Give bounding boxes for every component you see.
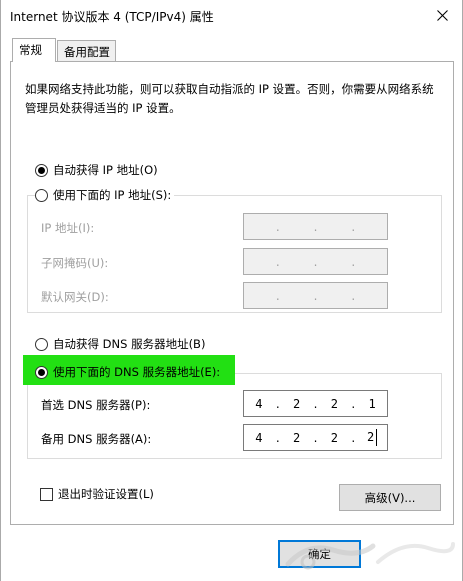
description-text: 如果网络支持此功能，则可以获取自动指派的 IP 设置。否则，你需要从网络系统管理…: [25, 82, 434, 115]
preferred-dns-input[interactable]: 4. 2. 2. 1: [243, 390, 388, 417]
subnet-mask-input[interactable]: . . .: [243, 248, 388, 275]
radio-auto-dns[interactable]: 自动获得 DNS 服务器地址(B): [35, 336, 205, 352]
octet-separator: .: [351, 288, 356, 303]
subnet-mask-label: 子网掩码(U):: [41, 256, 109, 270]
tcpip-properties-dialog: Internet 协议版本 4 (TCP/IPv4) 属性 常规 备用配置 如果…: [0, 0, 463, 581]
preferred-dns-octet-4[interactable]: 1: [357, 397, 387, 411]
octet-separator: .: [313, 219, 318, 234]
close-button[interactable]: [420, 0, 463, 30]
radio-manual-dns[interactable]: 使用下面的 DNS 服务器地址(E):: [35, 364, 220, 380]
octet-separator: .: [351, 254, 356, 269]
octet-separator: .: [351, 396, 356, 411]
octet-separator: .: [275, 396, 280, 411]
ip-address-input[interactable]: . . .: [243, 213, 388, 240]
preferred-dns-octet-3[interactable]: 2: [320, 397, 350, 411]
default-gateway-label: 默认网关(D):: [41, 290, 109, 304]
validate-on-exit-label: 退出时验证设置(L): [58, 487, 154, 501]
radio-manual-ip[interactable]: 使用下面的 IP 地址(S):: [35, 187, 175, 203]
alternate-dns-octet-1[interactable]: 4: [244, 431, 274, 445]
close-icon: [436, 9, 448, 21]
alternate-dns-label: 备用 DNS 服务器(A):: [41, 432, 152, 446]
alternate-dns-input[interactable]: 4. 2. 2. 2: [243, 424, 388, 451]
octet-separator: .: [351, 430, 356, 445]
alternate-dns-octet-3[interactable]: 2: [320, 431, 350, 445]
octet-separator: .: [313, 254, 318, 269]
radio-manual-ip-label: 使用下面的 IP 地址(S):: [53, 188, 172, 202]
validate-on-exit-box[interactable]: [40, 487, 53, 501]
alternate-dns-octet-4[interactable]: 2: [367, 430, 374, 444]
octet-separator: .: [313, 430, 318, 445]
ip-address-label: IP 地址(I):: [41, 221, 95, 235]
tab-alternate-config-label: 备用配置: [64, 45, 110, 59]
text-caret: [376, 429, 378, 446]
octet-separator: .: [351, 219, 356, 234]
octet-separator: .: [313, 396, 318, 411]
advanced-button[interactable]: 高级(V)...: [339, 484, 441, 511]
octet-separator: .: [275, 430, 280, 445]
tab-alternate-config[interactable]: 备用配置: [57, 40, 116, 62]
tab-general-label: 常规: [19, 43, 42, 57]
default-gateway-input[interactable]: . . .: [243, 282, 388, 309]
octet-separator: .: [275, 254, 280, 269]
advanced-button-label: 高级(V)...: [364, 490, 416, 505]
radio-auto-ip-indicator[interactable]: [35, 163, 48, 177]
radio-auto-ip-label: 自动获得 IP 地址(O): [53, 163, 158, 177]
alternate-dns-octet-2[interactable]: 2: [282, 431, 312, 445]
radio-auto-dns-label: 自动获得 DNS 服务器地址(B): [53, 337, 206, 351]
preferred-dns-octet-1[interactable]: 4: [244, 397, 274, 411]
radio-manual-dns-label: 使用下面的 DNS 服务器地址(E):: [53, 365, 221, 379]
tab-general[interactable]: 常规: [12, 38, 56, 62]
title-bar: Internet 协议版本 4 (TCP/IPv4) 属性: [1, 0, 463, 30]
radio-auto-dns-indicator[interactable]: [35, 337, 48, 351]
radio-auto-ip[interactable]: 自动获得 IP 地址(O): [35, 162, 158, 178]
window-title: Internet 协议版本 4 (TCP/IPv4) 属性: [10, 10, 214, 24]
alternate-dns-octet-4-wrap[interactable]: 2: [357, 429, 387, 446]
preferred-dns-octet-2[interactable]: 2: [282, 397, 312, 411]
watermark-logo: [285, 542, 455, 570]
radio-manual-ip-indicator[interactable]: [35, 188, 48, 202]
octet-separator: .: [313, 288, 318, 303]
validate-on-exit-checkbox[interactable]: 退出时验证设置(L): [40, 486, 154, 502]
octet-separator: .: [275, 219, 280, 234]
radio-manual-dns-indicator[interactable]: [35, 365, 48, 379]
preferred-dns-label: 首选 DNS 服务器(P):: [41, 398, 151, 412]
octet-separator: .: [275, 288, 280, 303]
